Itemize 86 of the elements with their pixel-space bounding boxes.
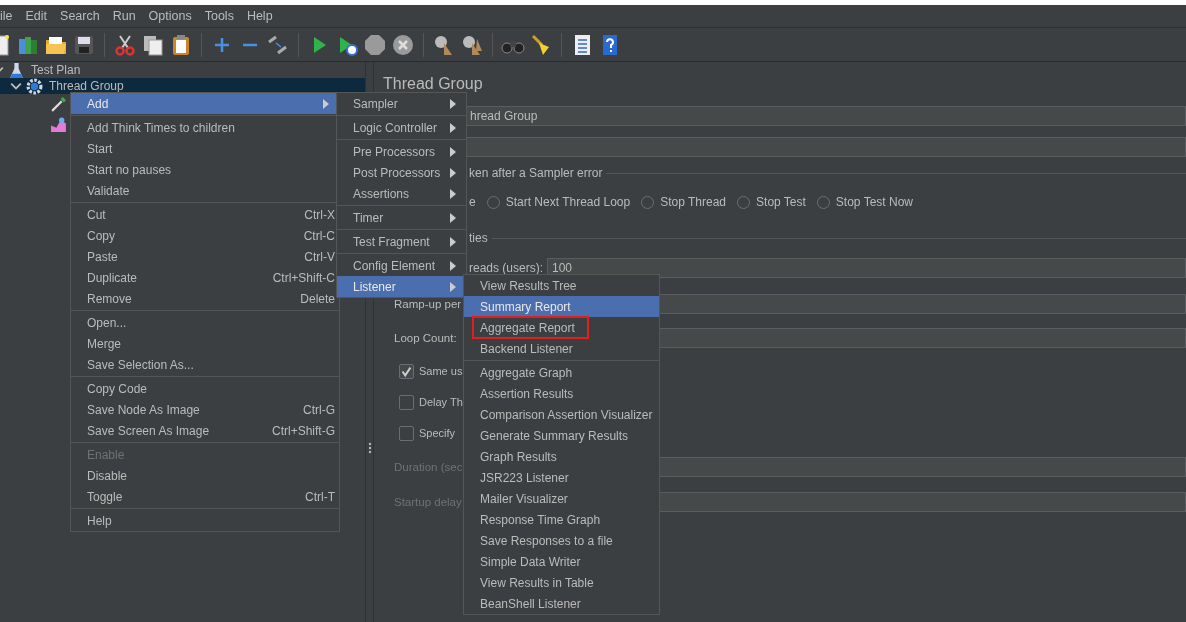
radio-option[interactable]: Stop Thread <box>641 195 727 209</box>
menu-item[interactable]: Post Processors <box>337 162 466 183</box>
radio-option[interactable]: Start Next Thread Loop <box>486 195 631 209</box>
menu-item[interactable]: Add Think Times to children <box>71 117 339 138</box>
submenu-arrow-icon <box>450 188 456 199</box>
menu-item[interactable]: Simple Data Writer <box>464 551 659 572</box>
menu-item[interactable]: Disable <box>71 465 339 486</box>
tree-item[interactable]: Thread Group <box>0 78 365 94</box>
menu-title[interactable]: Help <box>246 9 273 23</box>
menu-item[interactable]: Save Node As Image Ctrl-G <box>71 399 339 420</box>
menu-title[interactable]: Search <box>60 9 100 23</box>
gear-icon <box>26 77 43 95</box>
submenu-arrow-icon <box>450 236 456 247</box>
submenu-arrow-icon <box>450 98 456 109</box>
checkbox-option[interactable]: Specify <box>399 423 456 443</box>
menu-item[interactable]: Assertion Results <box>464 383 659 404</box>
field-label: Loop Count: <box>394 332 457 344</box>
menu-item[interactable]: Add <box>71 93 339 114</box>
submenu-arrow-icon <box>450 260 456 271</box>
menu-title[interactable]: Run <box>112 9 136 23</box>
radio-option[interactable]: Stop Test <box>737 195 806 209</box>
menu-item[interactable]: View Results Tree <box>464 275 659 296</box>
menu-title[interactable]: ile <box>0 9 13 23</box>
tree-item[interactable]: Test Plan <box>0 62 365 78</box>
menu-item[interactable]: Duplicate Ctrl+Shift-C <box>71 267 339 288</box>
submenu-arrow-icon <box>450 212 456 223</box>
menu-item[interactable]: Save Responses to a file <box>464 530 659 551</box>
submenu-arrow-icon <box>450 146 456 157</box>
chevron-icon[interactable] <box>10 80 22 92</box>
menu-title[interactable]: Edit <box>25 9 48 23</box>
flask-icon <box>8 61 25 79</box>
pipette-icon[interactable] <box>50 95 67 113</box>
menu-item[interactable]: Cut Ctrl-X <box>71 204 339 225</box>
menu-item[interactable]: Timer <box>337 207 466 228</box>
stop-icon[interactable] <box>363 32 387 57</box>
chart-icon[interactable] <box>50 115 67 133</box>
menu-item[interactable]: Copy Ctrl-C <box>71 225 339 246</box>
menu-item[interactable]: Start no pauses <box>71 159 339 180</box>
submenu-arrow-icon <box>323 98 329 109</box>
submenu-arrow-icon <box>450 167 456 178</box>
menu-item[interactable]: Response Time Graph <box>464 509 659 530</box>
menu-item[interactable]: Mailer Visualizer <box>464 488 659 509</box>
field-label: Ramp-up per <box>394 298 462 310</box>
shutdown-icon[interactable] <box>391 32 415 57</box>
submenu-arrow-icon <box>450 281 456 292</box>
menu-title[interactable]: Tools <box>204 9 234 23</box>
menu-item[interactable]: JSR223 Listener <box>464 467 659 488</box>
menu-item[interactable]: Pre Processors <box>337 141 466 162</box>
menu-item[interactable]: Comparison Assertion Visualizer <box>464 404 659 425</box>
menu-item[interactable]: Graph Results <box>464 446 659 467</box>
menu-item[interactable]: Generate Summary Results <box>464 425 659 446</box>
menu-item[interactable]: Save Screen As Image Ctrl+Shift-G <box>71 420 339 441</box>
menu-item[interactable]: Open... <box>71 312 339 333</box>
menu-item[interactable]: Aggregate Graph <box>464 362 659 383</box>
menu-item[interactable]: Start <box>71 138 339 159</box>
menu-item[interactable]: Remove Delete <box>71 288 339 309</box>
checkbox-option[interactable]: Same us <box>399 361 463 381</box>
section-label: ties <box>469 231 488 245</box>
menu-title[interactable]: Options <box>148 9 192 23</box>
menu-item[interactable]: Merge <box>71 333 339 354</box>
menu-item[interactable]: Aggregate Report <box>464 317 659 338</box>
menu-item[interactable]: Logic Controller <box>337 117 466 138</box>
menu-item[interactable]: Assertions <box>337 183 466 204</box>
section-label: ken after a Sampler error <box>469 166 603 180</box>
menu-item[interactable]: Backend Listener <box>464 338 659 359</box>
checkbox-option[interactable]: Delay Th <box>399 392 463 412</box>
menu-item[interactable]: Help <box>71 510 339 531</box>
submenu-arrow-icon <box>450 122 456 133</box>
check-icon <box>400 364 413 378</box>
menu-item[interactable]: Copy Code <box>71 378 339 399</box>
menu-item[interactable]: Validate <box>71 180 339 201</box>
panel-title: Thread Group <box>383 75 484 94</box>
menu-item[interactable]: Summary Report <box>464 296 659 317</box>
grip-icon[interactable] <box>367 441 372 454</box>
menu-item[interactable]: Test Fragment <box>337 231 466 252</box>
radio-option[interactable]: Stop Test Now <box>816 195 913 209</box>
field-label: reads (users): <box>469 261 545 275</box>
menu-item[interactable]: Listener <box>337 276 466 297</box>
menu-item[interactable]: Save Selection As... <box>71 354 339 375</box>
menu-item[interactable]: View Results in Table <box>464 572 659 593</box>
menu-item[interactable]: Toggle Ctrl-T <box>71 486 339 507</box>
menu-item[interactable]: Config Element <box>337 255 466 276</box>
menu-item[interactable]: Paste Ctrl-V <box>71 246 339 267</box>
threads-field[interactable]: 100 <box>547 258 1186 278</box>
menu-item[interactable]: BeanShell Listener <box>464 593 659 614</box>
radio-label: e <box>469 195 476 209</box>
